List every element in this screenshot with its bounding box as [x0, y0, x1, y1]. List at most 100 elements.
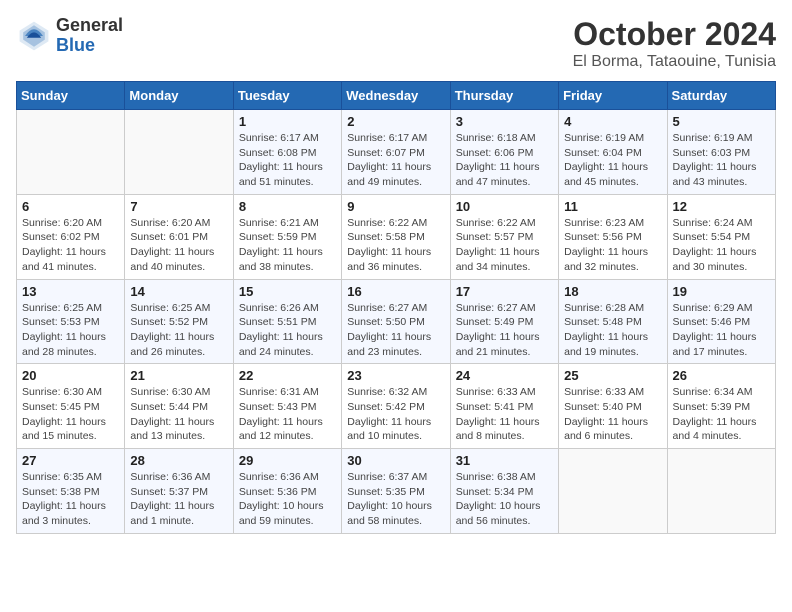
day-info: Sunrise: 6:20 AM Sunset: 6:02 PM Dayligh…	[22, 216, 119, 275]
day-number: 13	[22, 284, 119, 299]
day-info: Sunrise: 6:18 AM Sunset: 6:06 PM Dayligh…	[456, 131, 553, 190]
calendar-cell: 11 Sunrise: 6:23 AM Sunset: 5:56 PM Dayli…	[559, 194, 667, 279]
day-info: Sunrise: 6:28 AM Sunset: 5:48 PM Dayligh…	[564, 301, 661, 360]
day-number: 26	[673, 368, 770, 383]
calendar-cell: 3 Sunrise: 6:18 AM Sunset: 6:06 PM Daylig…	[450, 110, 558, 195]
calendar-cell: 12Sunrise: 6:24 AM Sunset: 5:54 PM Dayli…	[667, 194, 775, 279]
day-info: Sunrise: 6:27 AM Sunset: 5:50 PM Dayligh…	[347, 301, 444, 360]
calendar-cell: 24 Sunrise: 6:33 AM Sunset: 5:41 PM Dayli…	[450, 364, 558, 449]
calendar-cell: 28 Sunrise: 6:36 AM Sunset: 5:37 PM Dayli…	[125, 449, 233, 534]
day-number: 11	[564, 199, 661, 214]
header-day: Thursday	[450, 82, 558, 110]
calendar-cell: 17 Sunrise: 6:27 AM Sunset: 5:49 PM Dayli…	[450, 279, 558, 364]
calendar-cell: 25 Sunrise: 6:33 AM Sunset: 5:40 PM Dayli…	[559, 364, 667, 449]
day-number: 23	[347, 368, 444, 383]
calendar-cell: 29Sunrise: 6:36 AM Sunset: 5:36 PM Dayli…	[233, 449, 341, 534]
calendar-cell: 1Sunrise: 6:17 AM Sunset: 6:08 PM Daylig…	[233, 110, 341, 195]
day-number: 28	[130, 453, 227, 468]
day-info: Sunrise: 6:23 AM Sunset: 5:56 PM Dayligh…	[564, 216, 661, 275]
calendar-cell: 2 Sunrise: 6:17 AM Sunset: 6:07 PM Daylig…	[342, 110, 450, 195]
day-number: 9	[347, 199, 444, 214]
day-info: Sunrise: 6:37 AM Sunset: 5:35 PM Dayligh…	[347, 470, 444, 529]
header-row: SundayMondayTuesdayWednesdayThursdayFrid…	[17, 82, 776, 110]
calendar-cell: 18 Sunrise: 6:28 AM Sunset: 5:48 PM Dayli…	[559, 279, 667, 364]
day-info: Sunrise: 6:32 AM Sunset: 5:42 PM Dayligh…	[347, 385, 444, 444]
header-day: Monday	[125, 82, 233, 110]
calendar-table: SundayMondayTuesdayWednesdayThursdayFrid…	[16, 81, 776, 534]
logo-icon	[16, 18, 52, 54]
header-day: Saturday	[667, 82, 775, 110]
day-info: Sunrise: 6:30 AM Sunset: 5:45 PM Dayligh…	[22, 385, 119, 444]
day-info: Sunrise: 6:31 AM Sunset: 5:43 PM Dayligh…	[239, 385, 336, 444]
title-block: October 2024 El Borma, Tataouine, Tunisi…	[573, 16, 776, 71]
day-info: Sunrise: 6:25 AM Sunset: 5:52 PM Dayligh…	[130, 301, 227, 360]
day-number: 1	[239, 114, 336, 129]
calendar-cell	[667, 449, 775, 534]
day-info: Sunrise: 6:33 AM Sunset: 5:41 PM Dayligh…	[456, 385, 553, 444]
calendar-body: 1Sunrise: 6:17 AM Sunset: 6:08 PM Daylig…	[17, 110, 776, 534]
day-info: Sunrise: 6:35 AM Sunset: 5:38 PM Dayligh…	[22, 470, 119, 529]
day-number: 30	[347, 453, 444, 468]
logo-text: General Blue	[56, 16, 123, 56]
day-number: 27	[22, 453, 119, 468]
day-number: 25	[564, 368, 661, 383]
day-number: 31	[456, 453, 553, 468]
day-info: Sunrise: 6:34 AM Sunset: 5:39 PM Dayligh…	[673, 385, 770, 444]
calendar-cell	[17, 110, 125, 195]
calendar-cell: 30 Sunrise: 6:37 AM Sunset: 5:35 PM Dayli…	[342, 449, 450, 534]
day-number: 3	[456, 114, 553, 129]
calendar-cell: 23 Sunrise: 6:32 AM Sunset: 5:42 PM Dayli…	[342, 364, 450, 449]
calendar-cell: 8Sunrise: 6:21 AM Sunset: 5:59 PM Daylig…	[233, 194, 341, 279]
day-number: 20	[22, 368, 119, 383]
day-number: 12	[673, 199, 770, 214]
day-info: Sunrise: 6:22 AM Sunset: 5:57 PM Dayligh…	[456, 216, 553, 275]
day-info: Sunrise: 6:36 AM Sunset: 5:36 PM Dayligh…	[239, 470, 336, 529]
calendar-week-row: 6Sunrise: 6:20 AM Sunset: 6:02 PM Daylig…	[17, 194, 776, 279]
day-number: 14	[130, 284, 227, 299]
header-day: Tuesday	[233, 82, 341, 110]
calendar-week-row: 20 Sunrise: 6:30 AM Sunset: 5:45 PM Dayli…	[17, 364, 776, 449]
logo: General Blue	[16, 16, 123, 56]
day-info: Sunrise: 6:17 AM Sunset: 6:07 PM Dayligh…	[347, 131, 444, 190]
month-title: October 2024	[573, 16, 776, 53]
calendar-cell: 9 Sunrise: 6:22 AM Sunset: 5:58 PM Daylig…	[342, 194, 450, 279]
day-number: 7	[130, 199, 227, 214]
day-info: Sunrise: 6:38 AM Sunset: 5:34 PM Dayligh…	[456, 470, 553, 529]
day-info: Sunrise: 6:22 AM Sunset: 5:58 PM Dayligh…	[347, 216, 444, 275]
day-info: Sunrise: 6:19 AM Sunset: 6:04 PM Dayligh…	[564, 131, 661, 190]
day-info: Sunrise: 6:19 AM Sunset: 6:03 PM Dayligh…	[673, 131, 770, 190]
header: General Blue October 2024 El Borma, Tata…	[16, 16, 776, 71]
day-info: Sunrise: 6:33 AM Sunset: 5:40 PM Dayligh…	[564, 385, 661, 444]
day-number: 10	[456, 199, 553, 214]
calendar-cell: 19Sunrise: 6:29 AM Sunset: 5:46 PM Dayli…	[667, 279, 775, 364]
day-info: Sunrise: 6:27 AM Sunset: 5:49 PM Dayligh…	[456, 301, 553, 360]
calendar-cell: 4Sunrise: 6:19 AM Sunset: 6:04 PM Daylig…	[559, 110, 667, 195]
header-day: Wednesday	[342, 82, 450, 110]
day-number: 19	[673, 284, 770, 299]
calendar-cell: 16Sunrise: 6:27 AM Sunset: 5:50 PM Dayli…	[342, 279, 450, 364]
header-day: Sunday	[17, 82, 125, 110]
calendar-cell: 27 Sunrise: 6:35 AM Sunset: 5:38 PM Dayli…	[17, 449, 125, 534]
calendar-cell: 22Sunrise: 6:31 AM Sunset: 5:43 PM Dayli…	[233, 364, 341, 449]
day-number: 24	[456, 368, 553, 383]
day-number: 18	[564, 284, 661, 299]
location-subtitle: El Borma, Tataouine, Tunisia	[573, 53, 776, 71]
calendar-cell: 31 Sunrise: 6:38 AM Sunset: 5:34 PM Dayli…	[450, 449, 558, 534]
calendar-cell: 14 Sunrise: 6:25 AM Sunset: 5:52 PM Dayli…	[125, 279, 233, 364]
day-info: Sunrise: 6:36 AM Sunset: 5:37 PM Dayligh…	[130, 470, 227, 529]
day-info: Sunrise: 6:21 AM Sunset: 5:59 PM Dayligh…	[239, 216, 336, 275]
calendar-cell: 26 Sunrise: 6:34 AM Sunset: 5:39 PM Dayli…	[667, 364, 775, 449]
day-number: 2	[347, 114, 444, 129]
day-info: Sunrise: 6:30 AM Sunset: 5:44 PM Dayligh…	[130, 385, 227, 444]
calendar-cell: 7 Sunrise: 6:20 AM Sunset: 6:01 PM Daylig…	[125, 194, 233, 279]
day-info: Sunrise: 6:26 AM Sunset: 5:51 PM Dayligh…	[239, 301, 336, 360]
day-number: 17	[456, 284, 553, 299]
calendar-cell: 6Sunrise: 6:20 AM Sunset: 6:02 PM Daylig…	[17, 194, 125, 279]
day-number: 21	[130, 368, 227, 383]
calendar-cell	[559, 449, 667, 534]
calendar-cell: 21 Sunrise: 6:30 AM Sunset: 5:44 PM Dayli…	[125, 364, 233, 449]
day-info: Sunrise: 6:20 AM Sunset: 6:01 PM Dayligh…	[130, 216, 227, 275]
calendar-cell: 13Sunrise: 6:25 AM Sunset: 5:53 PM Dayli…	[17, 279, 125, 364]
day-number: 15	[239, 284, 336, 299]
calendar-week-row: 1Sunrise: 6:17 AM Sunset: 6:08 PM Daylig…	[17, 110, 776, 195]
